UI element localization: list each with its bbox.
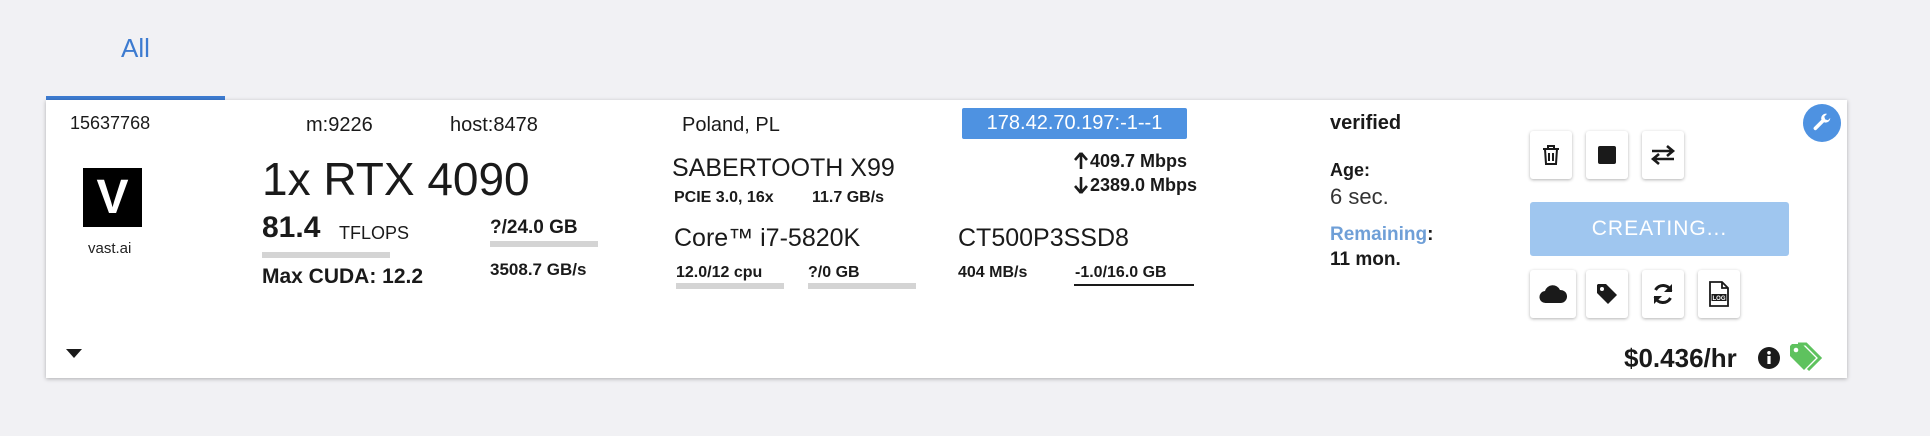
tflops-unit: TFLOPS bbox=[339, 223, 410, 243]
transfer-button[interactable] bbox=[1642, 131, 1684, 179]
cpu-cores: 12.0/12 cpu bbox=[676, 264, 763, 281]
verification-status: verified bbox=[1330, 112, 1402, 134]
stop-icon bbox=[1598, 146, 1616, 164]
instance-id: 15637768 bbox=[70, 113, 151, 133]
vram-bar bbox=[490, 241, 598, 247]
remaining-label: Remaining bbox=[1330, 224, 1428, 245]
max-cuda: Max CUDA: 12.2 bbox=[262, 265, 424, 288]
arrow-down-icon bbox=[1073, 176, 1089, 194]
stop-button[interactable] bbox=[1586, 131, 1628, 179]
storage-name: CT500P3SSD8 bbox=[958, 224, 1129, 252]
ram: ?/0 GB bbox=[808, 264, 860, 281]
tag-icon bbox=[1597, 284, 1617, 304]
remaining-row: Remaining: bbox=[1330, 224, 1433, 246]
svg-text:LOG: LOG bbox=[1713, 296, 1726, 302]
location: Poland, PL bbox=[682, 114, 780, 136]
pcie-info: PCIE 3.0, 16x bbox=[674, 189, 774, 206]
log-icon: LOG bbox=[1709, 281, 1729, 307]
gpu-bandwidth: 3508.7 GB/s bbox=[490, 260, 587, 279]
vram: ?/24.0 GB bbox=[490, 217, 578, 238]
tag-button[interactable] bbox=[1586, 270, 1628, 318]
pcie-bandwidth: 11.7 GB/s bbox=[812, 189, 885, 206]
age-value: 6 sec. bbox=[1330, 184, 1389, 209]
gpu-name: 1x RTX 4090 bbox=[262, 153, 530, 205]
age-label: Age: bbox=[1330, 160, 1370, 180]
ram-bar bbox=[808, 283, 916, 289]
arrow-up-icon bbox=[1073, 152, 1089, 170]
refresh-button[interactable] bbox=[1642, 270, 1684, 318]
tflops-value: 81.4 bbox=[262, 211, 321, 244]
motherboard-name: SABERTOOTH X99 bbox=[672, 154, 895, 182]
price: $0.436/hr bbox=[1624, 343, 1737, 373]
remaining-value: 11 mon. bbox=[1330, 249, 1401, 270]
upload-speed: 409.7 Mbps bbox=[1090, 151, 1188, 171]
tab-all[interactable]: All bbox=[46, 0, 225, 100]
expand-arrow-icon[interactable] bbox=[65, 346, 83, 358]
info-icon[interactable] bbox=[1757, 346, 1781, 370]
log-button[interactable]: LOG bbox=[1698, 270, 1740, 318]
remaining-colon: : bbox=[1427, 224, 1434, 245]
ip-address-button[interactable]: 178.42.70.197:-1--1 bbox=[962, 108, 1187, 139]
tflops-bar bbox=[262, 252, 390, 258]
cloud-button[interactable] bbox=[1530, 270, 1576, 318]
storage-speed: 404 MB/s bbox=[958, 264, 1028, 281]
cpu-bar bbox=[676, 283, 784, 289]
cloud-icon bbox=[1539, 285, 1567, 304]
download-speed: 2389.0 Mbps bbox=[1090, 175, 1198, 195]
logo-caption: vast.ai bbox=[88, 240, 132, 257]
trash-icon bbox=[1543, 145, 1559, 165]
storage-usage: -1.0/16.0 GB bbox=[1075, 264, 1167, 281]
delete-button[interactable] bbox=[1530, 131, 1572, 179]
refresh-icon bbox=[1653, 283, 1673, 305]
swap-icon bbox=[1650, 145, 1676, 165]
cpu-name: Core™ i7-5820K bbox=[674, 224, 861, 252]
host-id: host:8478 bbox=[450, 114, 538, 136]
wrench-icon[interactable] bbox=[1803, 104, 1841, 142]
storage-bar bbox=[1074, 284, 1194, 286]
machine-id: m:9226 bbox=[306, 114, 373, 136]
vast-logo: V bbox=[83, 168, 142, 227]
price-tag-icon bbox=[1788, 342, 1826, 374]
creating-status-button: CREATING... bbox=[1530, 202, 1789, 256]
